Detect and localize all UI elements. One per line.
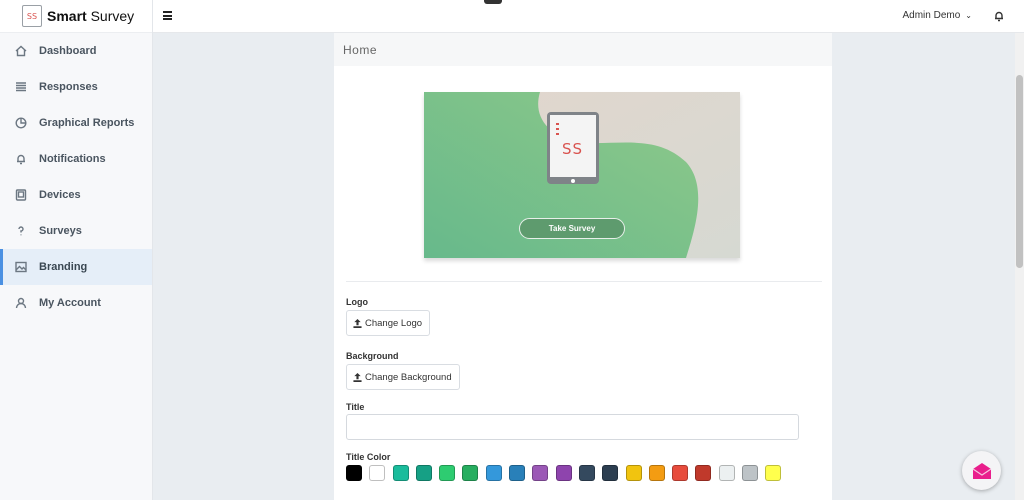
sidebar-item-label: Responses xyxy=(39,81,98,93)
sidebar-item-label: Surveys xyxy=(39,225,82,237)
sidebar-item-branding[interactable]: Branding xyxy=(0,249,152,285)
title-color-swatches xyxy=(346,465,789,481)
change-background-label: Change Background xyxy=(365,371,452,383)
tablet-illustration: SS xyxy=(547,112,599,184)
logo-label: Logo xyxy=(346,297,368,307)
title-input[interactable] xyxy=(346,414,799,440)
color-swatch[interactable] xyxy=(602,465,619,481)
user-icon xyxy=(15,297,27,309)
sidebar-item-devices[interactable]: Devices xyxy=(0,177,152,213)
color-swatch[interactable] xyxy=(555,465,572,481)
brand-name-rest: Survey xyxy=(86,8,135,24)
chevron-down-icon: ⌄ xyxy=(965,11,972,20)
color-swatch[interactable] xyxy=(578,465,595,481)
chat-button[interactable] xyxy=(962,451,1001,490)
color-swatch[interactable] xyxy=(509,465,526,481)
color-swatch[interactable] xyxy=(765,465,782,481)
hamburger-menu-icon[interactable] xyxy=(163,11,172,20)
take-survey-button[interactable]: Take Survey xyxy=(519,218,625,239)
question-icon xyxy=(15,225,27,237)
brand-logo: SS xyxy=(22,5,42,27)
pie-chart-icon xyxy=(15,117,27,129)
color-swatch[interactable] xyxy=(695,465,712,481)
tablet-icon xyxy=(15,189,27,201)
brand-name-bold: Smart xyxy=(47,8,87,24)
branding-card: Home SS Take Survey Logo Change Logo Bac… xyxy=(334,33,832,500)
topbar: Admin Demo ⌄ xyxy=(153,0,1024,33)
sidebar: SS Smart Survey Dashboard Responses Grap… xyxy=(0,0,153,500)
upload-icon xyxy=(353,318,362,328)
title-label: Title xyxy=(346,402,365,412)
color-swatch[interactable] xyxy=(742,465,759,481)
color-swatch[interactable] xyxy=(625,465,642,481)
color-swatch[interactable] xyxy=(718,465,735,481)
list-icon xyxy=(15,81,27,93)
sidebar-item-label: Notifications xyxy=(39,153,106,165)
bell-icon xyxy=(15,153,27,165)
tablet-logo-text: SS xyxy=(562,140,584,158)
color-swatch[interactable] xyxy=(346,465,362,481)
background-label: Background xyxy=(346,351,399,361)
color-swatch[interactable] xyxy=(462,465,479,481)
brand-logo-text: SS xyxy=(26,11,38,21)
envelope-icon xyxy=(972,462,991,479)
user-name: Admin Demo xyxy=(902,10,961,21)
sidebar-item-label: Devices xyxy=(39,189,81,201)
color-swatch[interactable] xyxy=(392,465,409,481)
sidebar-item-notifications[interactable]: Notifications xyxy=(0,141,152,177)
sidebar-item-label: My Account xyxy=(39,297,101,309)
title-color-label: Title Color xyxy=(346,452,391,462)
sidebar-item-label: Branding xyxy=(39,261,88,273)
user-menu[interactable]: Admin Demo ⌄ xyxy=(902,10,972,21)
brand-name: Smart Survey xyxy=(47,8,134,24)
sidebar-item-label: Dashboard xyxy=(39,45,97,57)
survey-preview: SS Take Survey xyxy=(424,92,740,258)
color-swatch[interactable] xyxy=(369,465,386,481)
change-logo-label: Change Logo xyxy=(365,317,423,329)
color-swatch[interactable] xyxy=(485,465,502,481)
notification-bell-icon[interactable] xyxy=(993,9,1005,22)
divider xyxy=(346,281,822,282)
home-icon xyxy=(15,45,27,57)
scrollbar[interactable] xyxy=(1015,33,1024,500)
top-notch xyxy=(484,0,502,4)
sidebar-item-my-account[interactable]: My Account xyxy=(0,285,152,321)
sidebar-item-surveys[interactable]: Surveys xyxy=(0,213,152,249)
page-title: Home xyxy=(334,33,832,66)
color-swatch[interactable] xyxy=(672,465,689,481)
image-icon xyxy=(15,261,27,273)
scrollbar-thumb[interactable] xyxy=(1016,75,1023,268)
brand[interactable]: SS Smart Survey xyxy=(0,0,152,33)
sidebar-item-graphical-reports[interactable]: Graphical Reports xyxy=(0,105,152,141)
color-swatch[interactable] xyxy=(439,465,456,481)
sidebar-item-responses[interactable]: Responses xyxy=(0,69,152,105)
sidebar-nav: Dashboard Responses Graphical Reports No… xyxy=(0,33,152,321)
color-swatch[interactable] xyxy=(532,465,549,481)
change-logo-button[interactable]: Change Logo xyxy=(346,310,431,336)
sidebar-item-dashboard[interactable]: Dashboard xyxy=(0,33,152,69)
color-swatch[interactable] xyxy=(648,465,665,481)
change-background-button[interactable]: Change Background xyxy=(346,364,460,390)
color-swatch[interactable] xyxy=(415,465,432,481)
upload-icon xyxy=(353,372,362,382)
sidebar-item-label: Graphical Reports xyxy=(39,117,135,129)
